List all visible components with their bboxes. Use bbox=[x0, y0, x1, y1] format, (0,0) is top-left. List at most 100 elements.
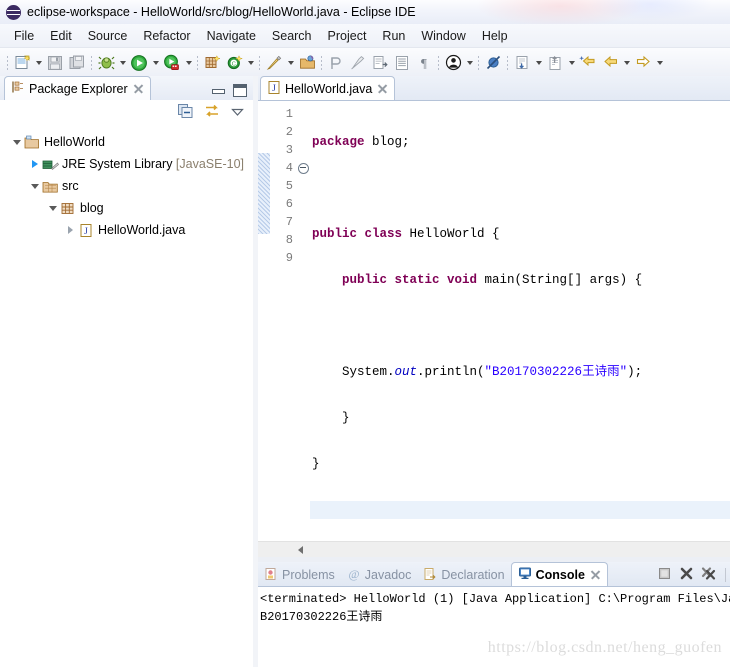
back-star-icon[interactable] bbox=[577, 52, 599, 74]
close-icon[interactable] bbox=[133, 83, 144, 94]
fold-toggle[interactable] bbox=[296, 159, 310, 177]
outline-icon[interactable] bbox=[391, 52, 413, 74]
new-package-icon[interactable] bbox=[201, 52, 223, 74]
collapse-all-icon[interactable] bbox=[177, 103, 194, 123]
toolbar-separator bbox=[475, 54, 482, 72]
menu-bar: File Edit Source Refactor Navigate Searc… bbox=[0, 24, 730, 48]
menu-project[interactable]: Project bbox=[320, 27, 375, 45]
folding-column[interactable] bbox=[296, 101, 310, 541]
toolbar-separator bbox=[318, 54, 325, 72]
tree-item-helloworld-java[interactable]: J HelloWorld.java bbox=[0, 219, 253, 241]
line-number: 4 bbox=[285, 161, 293, 175]
external-tools-icon[interactable] bbox=[263, 52, 285, 74]
import-dropdown-icon[interactable] bbox=[533, 52, 544, 74]
scroll-left-icon[interactable] bbox=[298, 545, 303, 554]
view-menu-icon[interactable] bbox=[230, 104, 245, 122]
tab-console[interactable]: Console bbox=[510, 562, 608, 586]
code-line: package blog; bbox=[312, 135, 410, 149]
menu-file[interactable]: File bbox=[6, 27, 42, 45]
run-dropdown-icon[interactable] bbox=[150, 52, 161, 74]
menu-help[interactable]: Help bbox=[474, 27, 516, 45]
console-output[interactable]: <terminated> HelloWorld (1) [Java Applic… bbox=[258, 586, 730, 667]
code-line: System.out.println("B20170302226王诗雨"); bbox=[312, 365, 643, 379]
eraser-icon[interactable] bbox=[347, 52, 369, 74]
tab-label: Package Explorer bbox=[29, 81, 128, 96]
run-icon[interactable] bbox=[128, 52, 150, 74]
forward-icon[interactable] bbox=[632, 52, 654, 74]
user-dropdown-icon[interactable] bbox=[464, 52, 475, 74]
tree-item-helloworld[interactable]: HelloWorld bbox=[0, 131, 253, 153]
code-area[interactable]: 1 2 3 4 5 6 7 8 9 package blog; public c… bbox=[258, 101, 730, 541]
open-task-icon[interactable] bbox=[325, 52, 347, 74]
minimize-icon[interactable] bbox=[212, 86, 225, 95]
tree-item-jre-system-library[interactable]: JRE System Library [JavaSE-10] bbox=[0, 153, 253, 175]
twisty-open-icon[interactable] bbox=[10, 131, 23, 153]
user-icon[interactable] bbox=[442, 52, 464, 74]
title-bar: eclipse-workspace - HelloWorld/src/blog/… bbox=[0, 0, 730, 24]
tree-item-label: src bbox=[62, 179, 79, 193]
twisty-open-icon[interactable] bbox=[46, 197, 59, 219]
debug-dropdown-icon[interactable] bbox=[117, 52, 128, 74]
run-coverage-icon[interactable] bbox=[161, 52, 183, 74]
svg-text:@: @ bbox=[348, 567, 359, 581]
twisty-open-icon[interactable] bbox=[28, 175, 41, 197]
tab-declaration[interactable]: Declaration bbox=[417, 564, 510, 586]
menu-run[interactable]: Run bbox=[374, 27, 413, 45]
code-line: public class HelloWorld { bbox=[312, 227, 500, 241]
javadoc-icon: @ bbox=[347, 567, 361, 584]
new-class-dropdown-icon[interactable] bbox=[245, 52, 256, 74]
debug-icon[interactable] bbox=[95, 52, 117, 74]
menu-navigate[interactable]: Navigate bbox=[199, 27, 264, 45]
link-with-editor-icon[interactable] bbox=[203, 103, 221, 123]
open-type-icon[interactable] bbox=[296, 52, 318, 74]
export-dropdown-icon[interactable] bbox=[566, 52, 577, 74]
tab-label: Problems bbox=[282, 568, 335, 582]
menu-source[interactable]: Source bbox=[80, 27, 136, 45]
project-tree[interactable]: HelloWorld JRE System Library [JavaSE-10… bbox=[0, 126, 253, 667]
menu-search[interactable]: Search bbox=[264, 27, 320, 45]
save-all-icon[interactable] bbox=[66, 52, 88, 74]
tree-item-blog[interactable]: blog bbox=[0, 197, 253, 219]
back-icon[interactable] bbox=[599, 52, 621, 74]
external-tools-dropdown-icon[interactable] bbox=[285, 52, 296, 74]
skip-breakpoints-icon[interactable] bbox=[482, 52, 504, 74]
export-icon[interactable] bbox=[544, 52, 566, 74]
tab-problems[interactable]: Problems bbox=[258, 564, 341, 586]
forward-dropdown-icon[interactable] bbox=[654, 52, 665, 74]
toolbar-separator bbox=[194, 54, 201, 72]
remove-all-terminated-icon[interactable] bbox=[701, 566, 718, 584]
svg-text:¶: ¶ bbox=[421, 55, 427, 70]
back-dropdown-icon[interactable] bbox=[621, 52, 632, 74]
marker-bar[interactable] bbox=[258, 101, 270, 541]
maximize-icon[interactable] bbox=[233, 84, 247, 97]
fold-collapse-icon[interactable] bbox=[297, 162, 309, 174]
close-icon[interactable] bbox=[377, 83, 388, 94]
twisty-closed-icon[interactable] bbox=[64, 219, 77, 241]
source-code[interactable]: package blog; public class HelloWorld { … bbox=[310, 101, 730, 541]
tab-package-explorer[interactable]: Package Explorer bbox=[4, 76, 151, 100]
menu-window[interactable]: Window bbox=[413, 27, 473, 45]
console-toolbar bbox=[657, 566, 730, 586]
tab-javadoc[interactable]: @ Javadoc bbox=[341, 564, 418, 586]
remove-launch-icon[interactable] bbox=[679, 566, 694, 584]
close-icon[interactable] bbox=[590, 569, 601, 580]
new-file-dropdown-icon[interactable] bbox=[33, 52, 44, 74]
editor-horizontal-scrollbar[interactable] bbox=[258, 541, 730, 557]
new-class-icon[interactable]: C bbox=[223, 52, 245, 74]
menu-edit[interactable]: Edit bbox=[42, 27, 80, 45]
declaration-icon bbox=[423, 567, 437, 584]
save-icon[interactable] bbox=[44, 52, 66, 74]
tree-item-src[interactable]: src bbox=[0, 175, 253, 197]
package-explorer-icon bbox=[11, 80, 25, 97]
new-file-icon[interactable] bbox=[11, 52, 33, 74]
run-coverage-dropdown-icon[interactable] bbox=[183, 52, 194, 74]
twisty-closed-icon[interactable] bbox=[28, 153, 41, 175]
tab-helloworld-java[interactable]: J HelloWorld.java bbox=[260, 76, 396, 100]
import-icon[interactable] bbox=[511, 52, 533, 74]
main-toolbar: C ¶ bbox=[0, 48, 730, 78]
menu-refactor[interactable]: Refactor bbox=[135, 27, 198, 45]
terminate-icon[interactable] bbox=[657, 566, 672, 584]
next-annotation-icon[interactable] bbox=[369, 52, 391, 74]
